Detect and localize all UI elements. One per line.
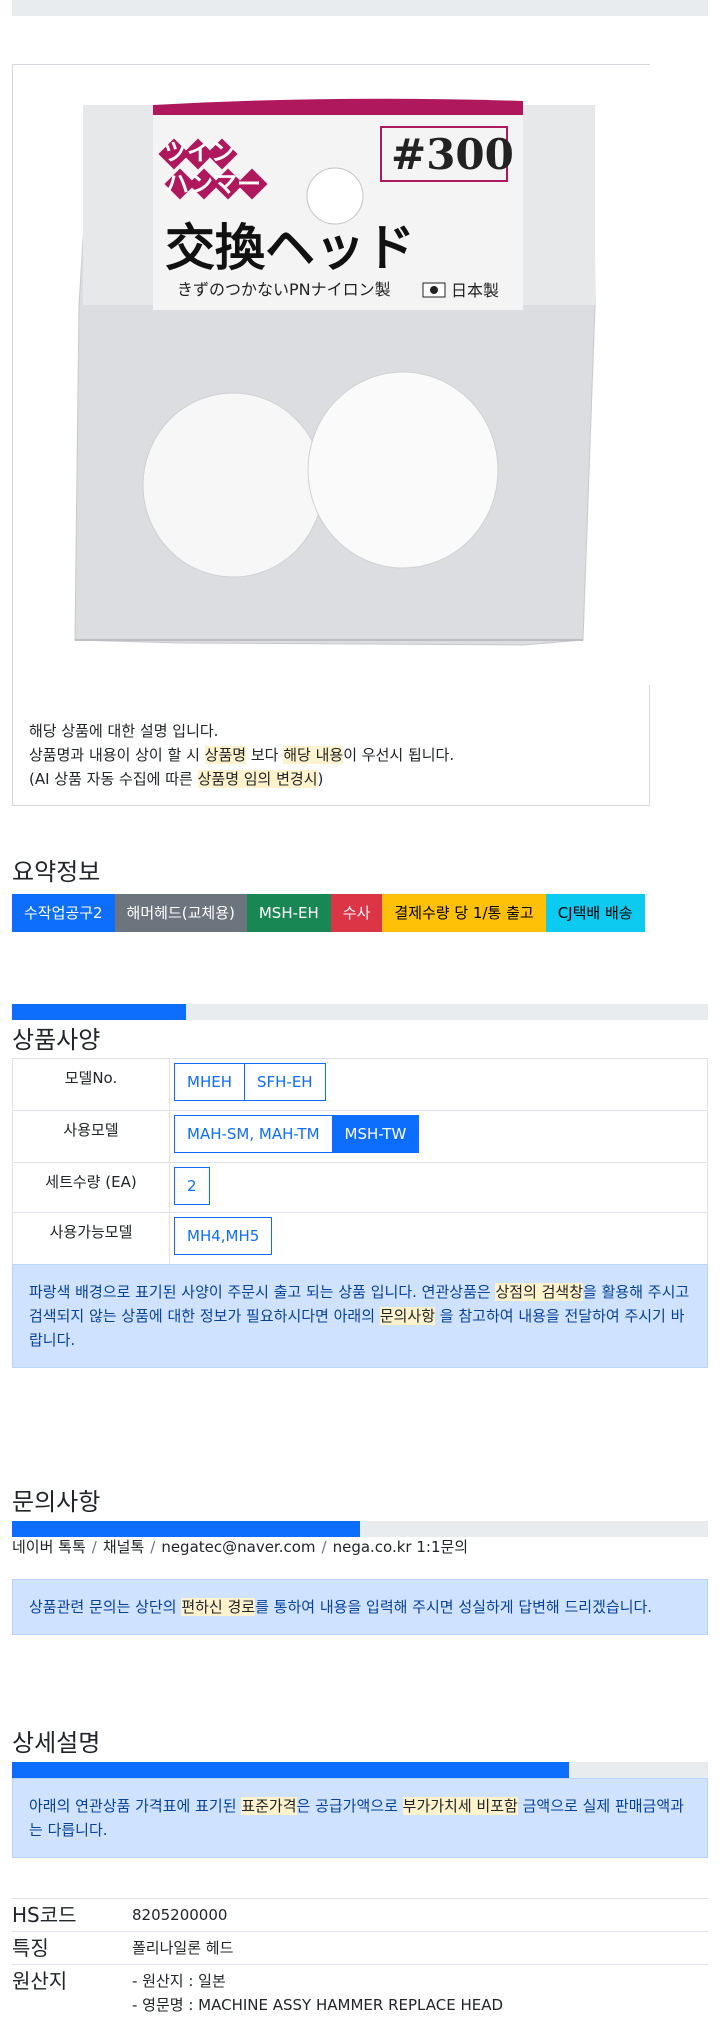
spec-option-button[interactable]: MSH-TW xyxy=(332,1115,420,1153)
hs-code-label: HS코드 xyxy=(12,1899,132,1932)
spec-row: 사용모델MAH-SM, MAH-TMMSH-TW xyxy=(13,1111,708,1163)
description-line-3: (AI 상품 자동 수집에 따른 상품명 임의 변경시) xyxy=(29,767,454,791)
info-table: HS코드 8205200000 특징 폴리나일론 헤드 원산지 - 원산지 : … xyxy=(12,1898,708,2017)
specs-progress-bar xyxy=(12,1004,708,1020)
package-origin: 日本製 xyxy=(451,281,499,300)
summary-badge: 수사 xyxy=(331,894,383,932)
spec-label: 사용모델 xyxy=(13,1111,170,1163)
contact-links: 네이버 톡톡 / 채널톡 / negatec@naver.com / nega.co.kr … xyxy=(12,1536,468,1557)
brand-line-1: ツイン xyxy=(163,138,235,166)
contact-link[interactable]: negatec@naver.com xyxy=(161,1538,315,1556)
link-separator: / xyxy=(150,1538,155,1556)
highlight: 상품명 임의 변경시 xyxy=(198,770,318,788)
spec-row: 사용가능모델MH4,MH5 xyxy=(13,1213,708,1265)
product-photo: ツイン ハンマー #300 交換ヘッド きずのつかないPNナイロン製 日本製 xyxy=(13,65,651,685)
spec-table: 모델No.MHEHSFH-EH사용모델MAH-SM, MAH-TMMSH-TW세… xyxy=(12,1058,708,1265)
spec-options: MAH-SM, MAH-TMMSH-TW xyxy=(170,1111,708,1163)
spec-options: MHEHSFH-EH xyxy=(170,1059,708,1111)
inquiry-notice: 상품관련 문의는 상단의 편하신 경로를 통하여 내용을 입력해 주시면 성실하… xyxy=(12,1579,708,1635)
text: 은 공급가액으로 xyxy=(297,1797,398,1815)
summary-badges: 수작업공구2해머헤드(교체용)MSH-EH수사결제수량 당 1/통 출고CJ택배… xyxy=(12,894,645,932)
package-size: #300 xyxy=(391,130,514,179)
highlight: 해당 내용 xyxy=(283,746,343,764)
detail-notice: 아래의 연관상품 가격표에 표기된 표준가격은 공급가액으로 부가가치세 비포함… xyxy=(12,1778,708,1858)
summary-badge: MSH-EH xyxy=(247,894,331,932)
highlight: 상점의 검색창 xyxy=(495,1283,583,1301)
origin-line-2: - 영문명 : MACHINE ASSY HAMMER REPLACE HEAD xyxy=(132,1993,708,2017)
product-image-card: ツイン ハンマー #300 交換ヘッド きずのつかないPNナイロン製 日本製 해… xyxy=(12,64,650,806)
origin-value: - 원산지 : 일본 - 영문명 : MACHINE ASSY HAMMER R… xyxy=(132,1965,708,2017)
text: 이 우선시 됩니다. xyxy=(343,746,454,764)
spec-row: 세트수량 (EA)2 xyxy=(13,1163,708,1213)
spec-label: 세트수량 (EA) xyxy=(13,1163,170,1213)
spec-option-button[interactable]: 2 xyxy=(174,1167,210,1205)
text: 아래의 연관상품 가격표에 표기된 xyxy=(29,1797,237,1815)
summary-badge: CJ택배 배송 xyxy=(546,894,645,932)
summary-badge: 수작업공구2 xyxy=(12,894,115,932)
specs-progress-fill xyxy=(12,1004,186,1020)
package-title: 交換ヘッド xyxy=(165,219,415,277)
summary-badge: 결제수량 당 1/통 출고 xyxy=(382,894,545,932)
brand-line-2: ハンマー xyxy=(165,170,261,198)
spec-option-button[interactable]: MAH-SM, MAH-TM xyxy=(174,1115,333,1153)
top-progress-bar xyxy=(12,0,708,16)
spec-label: 모델No. xyxy=(13,1059,170,1111)
detail-heading: 상세설명 xyxy=(12,1723,100,1758)
spec-row: 모델No.MHEHSFH-EH xyxy=(13,1059,708,1111)
link-separator: / xyxy=(92,1538,97,1556)
spec-options: 2 xyxy=(170,1163,708,1213)
link-separator: / xyxy=(322,1538,327,1556)
product-description: 해당 상품에 대한 설명 입니다. 상품명과 내용이 상이 할 시 상품명 보다… xyxy=(29,719,454,791)
specs-heading: 상품사양 xyxy=(12,1020,100,1055)
description-line-1: 해당 상품에 대한 설명 입니다. xyxy=(29,719,454,743)
highlight: 문의사항 xyxy=(380,1307,435,1325)
highlight: 편하신 경로 xyxy=(181,1598,255,1616)
text: 상품명과 내용이 상이 할 시 xyxy=(29,746,200,764)
summary-heading: 요약정보 xyxy=(12,852,100,887)
spec-option-button[interactable]: MHEH xyxy=(174,1063,245,1101)
info-row-origin: 원산지 - 원산지 : 일본 - 영문명 : MACHINE ASSY HAMM… xyxy=(12,1965,708,2017)
detail-progress-fill xyxy=(12,1762,569,1778)
origin-line-1: - 원산지 : 일본 xyxy=(132,1969,708,1993)
hs-code-value: 8205200000 xyxy=(132,1899,708,1932)
contact-link[interactable]: 네이버 톡톡 xyxy=(12,1538,86,1556)
specs-notice: 파랑색 배경으로 표기된 사양이 주문시 출고 되는 상품 입니다. 연관상품은… xyxy=(12,1264,708,1368)
description-line-2: 상품명과 내용이 상이 할 시 상품명 보다 해당 내용이 우선시 됩니다. xyxy=(29,743,454,767)
info-row-hs: HS코드 8205200000 xyxy=(12,1899,708,1932)
inquiry-progress-bar xyxy=(12,1521,708,1537)
feature-value: 폴리나일론 헤드 xyxy=(132,1932,708,1965)
info-row-feature: 특징 폴리나일론 헤드 xyxy=(12,1932,708,1965)
feature-label: 특징 xyxy=(12,1932,132,1965)
text: ) xyxy=(318,770,324,788)
text: 를 통하여 내용을 입력해 주시면 성실하게 답변해 드리겠습니다. xyxy=(255,1598,652,1616)
highlight: 부가가치세 비포함 xyxy=(403,1797,518,1815)
contact-link[interactable]: nega.co.kr 1:1문의 xyxy=(333,1538,469,1556)
inquiry-progress-fill xyxy=(12,1521,360,1537)
spec-options: MH4,MH5 xyxy=(170,1213,708,1265)
spec-option-button[interactable]: SFH-EH xyxy=(244,1063,326,1101)
text: 보다 xyxy=(251,746,279,764)
detail-progress-bar xyxy=(12,1762,708,1778)
origin-label: 원산지 xyxy=(12,1965,132,2017)
highlight: 표준가격 xyxy=(241,1797,296,1815)
spec-label: 사용가능모델 xyxy=(13,1213,170,1265)
highlight: 상품명 xyxy=(205,746,246,764)
inquiry-heading: 문의사항 xyxy=(12,1482,100,1517)
summary-badge: 해머헤드(교체용) xyxy=(115,894,247,932)
package-subtitle: きずのつかないPNナイロン製 xyxy=(177,280,391,299)
text: 상품관련 문의는 상단의 xyxy=(29,1598,177,1616)
contact-link[interactable]: 채널톡 xyxy=(103,1538,144,1556)
spec-option-button[interactable]: MH4,MH5 xyxy=(174,1217,272,1255)
text: 파랑색 배경으로 표기된 사양이 주문시 출고 되는 상품 입니다. 연관상품은 xyxy=(29,1283,491,1301)
text: (AI 상품 자동 수집에 따른 xyxy=(29,770,193,788)
